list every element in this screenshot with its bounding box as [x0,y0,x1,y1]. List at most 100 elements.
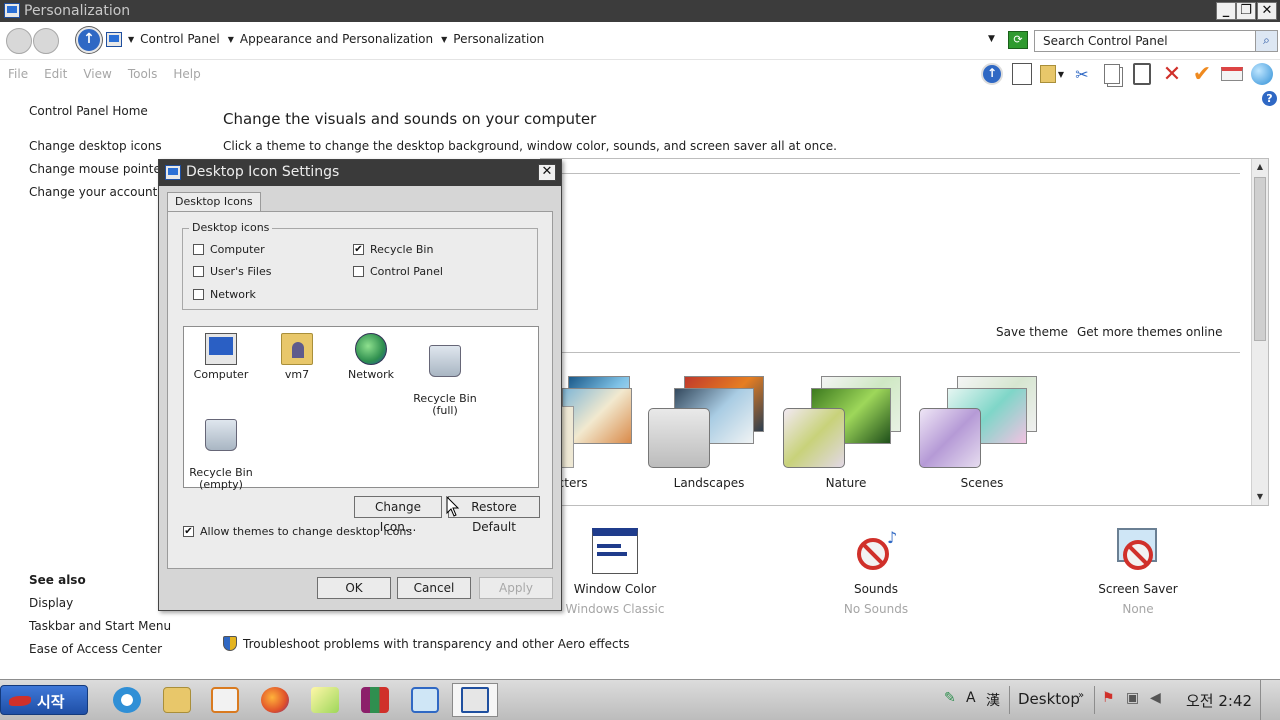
show-desktop-button[interactable] [1260,680,1280,720]
menu-help[interactable]: Help [173,67,200,81]
change-mouse-pointers-link[interactable]: Change mouse pointers [29,162,172,176]
delete-icon[interactable]: ✕ [1160,62,1184,87]
taskbar-internet-explorer[interactable] [104,683,150,717]
taskbar-media-player[interactable] [202,683,248,717]
chevron-down-icon[interactable]: ▼ [441,35,447,44]
theme-nature[interactable]: Nature [781,372,911,492]
icon-computer[interactable]: Computer [184,333,258,381]
desktop-toolbar[interactable]: Desktop [1018,690,1080,708]
check-icon[interactable]: ✔ [1190,62,1214,87]
search-box[interactable]: ⌕ [1034,30,1278,52]
search-input[interactable] [1035,31,1245,51]
language-bar-icon[interactable]: ✎ [944,690,956,706]
tab-desktop-icons[interactable]: Desktop Icons [167,192,261,212]
action-center-icon[interactable]: ⚑ [1102,690,1115,706]
taskbar-firefox[interactable] [252,683,298,717]
rename-icon[interactable] [1220,62,1244,86]
checkbox-box[interactable]: ✔ [183,526,194,537]
ime-mode[interactable]: A [966,690,976,706]
dialog-title-bar[interactable]: Desktop Icon Settings ✕ [159,160,561,186]
copy-icon[interactable] [1100,62,1124,86]
get-more-themes-link[interactable]: Get more themes online [1077,325,1223,339]
folder-options-icon[interactable]: ▼ [1040,62,1064,86]
up-button[interactable]: ↑ [76,27,102,53]
control-panel-home-link[interactable]: Control Panel Home [29,104,148,118]
change-desktop-icons-link[interactable]: Change desktop icons [29,139,162,153]
recycle-bin-checkbox[interactable]: ✔ Recycle Bin [353,243,433,256]
checkbox-box[interactable] [353,266,364,277]
maximize-button[interactable]: ❐ [1236,2,1256,20]
search-icon[interactable]: ⌕ [1255,31,1277,51]
sounds-tile[interactable]: ♪ Sounds No Sounds [826,528,926,616]
cut-icon[interactable]: ✂ [1070,62,1094,86]
troubleshoot-label: Troubleshoot problems with transparency … [243,636,630,651]
up-arrow-icon[interactable]: ↑ [980,62,1004,86]
scroll-thumb[interactable] [1254,177,1266,341]
theme-landscapes[interactable]: Landscapes [644,372,774,492]
theme-scenes[interactable]: Scenes [917,372,1047,492]
checkbox-box[interactable] [193,289,204,300]
taskbar-notes[interactable] [302,683,348,717]
cancel-button[interactable]: Cancel [397,577,471,599]
checkbox-box[interactable]: ✔ [353,244,364,255]
menu-view[interactable]: View [83,67,111,81]
icon-recycle-bin-empty[interactable]: Recycle Bin (empty) [184,407,258,491]
desktop-expand-icon[interactable]: » [1078,690,1084,701]
breadcrumb-personalization[interactable]: Personalization [453,32,544,46]
taskbar-network[interactable] [402,683,448,717]
troubleshoot-link[interactable]: Troubleshoot problems with transparency … [223,636,630,651]
breadcrumb-appearance[interactable]: Appearance and Personalization [240,32,433,46]
clock[interactable]: 오전 2:42 [1186,690,1252,711]
menu-file[interactable]: File [8,67,28,81]
volume-muted-icon[interactable]: ◀ [1150,690,1161,706]
icon-recycle-bin-full[interactable]: Recycle Bin (full) [408,333,482,417]
checkbox-label: Control Panel [370,265,443,278]
scroll-down-icon[interactable]: ▼ [1252,489,1268,505]
help-icon[interactable]: ? [1262,91,1277,106]
taskbar-explorer[interactable] [154,683,200,717]
network-status-icon[interactable]: ▣ [1126,690,1139,706]
blank-page-icon[interactable] [1010,62,1034,86]
window-color-tile[interactable]: Window Color Windows Classic [560,528,670,616]
breadcrumb-control-panel[interactable]: Control Panel [140,32,220,46]
theme-scrollbar[interactable]: ▲ ▼ [1251,159,1268,505]
menu-edit[interactable]: Edit [44,67,67,81]
checkbox-box[interactable] [193,266,204,277]
ease-of-access-link[interactable]: Ease of Access Center [29,642,162,656]
display-link[interactable]: Display [29,596,73,610]
control-panel-checkbox[interactable]: Control Panel [353,265,443,278]
icon-network[interactable]: Network [334,333,408,381]
refresh-icon[interactable]: ⟳ [1008,31,1028,49]
dialog-close-button[interactable]: ✕ [538,164,556,181]
scroll-up-icon[interactable]: ▲ [1252,159,1268,175]
change-icon-button[interactable]: Change Icon... [354,496,442,534]
address-dropdown-icon[interactable]: ▼ [988,34,995,44]
paste-icon[interactable] [1130,62,1154,86]
screen-saver-tile[interactable]: Screen Saver None [1088,528,1188,616]
minimize-button[interactable]: _ [1216,2,1236,20]
back-button[interactable] [6,28,32,54]
apply-button[interactable]: Apply [479,577,553,599]
theme-thumbnail [917,372,1047,472]
taskbar-control-panel[interactable] [452,683,498,717]
forward-button[interactable] [33,28,59,54]
network-checkbox[interactable]: Network [193,288,256,301]
allow-themes-checkbox[interactable]: ✔ Allow themes to change desktop icons [183,525,412,538]
taskbar-start-menu-link[interactable]: Taskbar and Start Menu [29,619,171,633]
close-button[interactable]: ✕ [1257,2,1277,20]
ok-button[interactable]: OK [317,577,391,599]
ime-hanja[interactable]: 漢 [986,690,1000,710]
chevron-down-icon[interactable]: ▼ [228,35,234,44]
globe-icon[interactable] [1250,62,1274,86]
computer-checkbox[interactable]: Computer [193,243,265,256]
change-account-picture-link[interactable]: Change your account pi [29,185,172,199]
menu-tools[interactable]: Tools [128,67,158,81]
start-button[interactable]: 시작 [0,685,88,715]
icon-user-folder[interactable]: vm7 [260,333,334,381]
chevron-down-icon[interactable]: ▼ [128,35,134,44]
save-theme-link[interactable]: Save theme [996,325,1068,339]
users-files-checkbox[interactable]: User's Files [193,265,271,278]
taskbar-winrar[interactable] [352,683,398,717]
restore-default-button[interactable]: Restore Default [448,496,540,534]
checkbox-box[interactable] [193,244,204,255]
